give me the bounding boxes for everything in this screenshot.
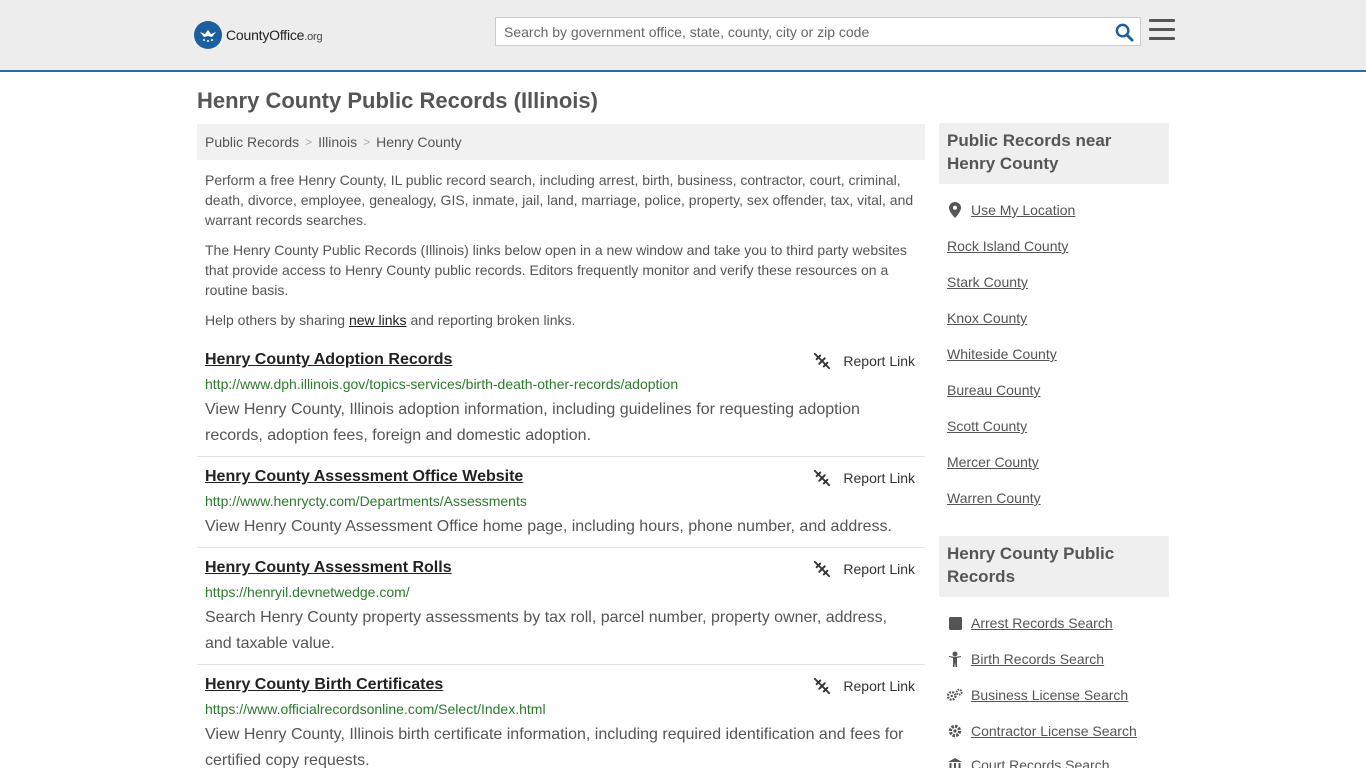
record-url: https://www.officialrecordsonline.com/Se… [205,701,546,717]
county-records-heading: Henry County Public Records [939,536,1169,597]
new-links-link[interactable]: new links [349,312,407,328]
search-input[interactable] [496,18,1106,45]
gear-icon [947,723,963,739]
intro-paragraph-2: The Henry County Public Records (Illinoi… [205,242,907,298]
arrest-records-link[interactable]: Arrest Records Search [947,615,1113,631]
record-description: View Henry County Assessment Office home… [205,518,892,535]
breadcrumb-public-records[interactable]: Public Records [205,134,299,150]
hamburger-menu-icon[interactable] [1149,19,1175,43]
search-icon [1115,23,1134,42]
cogs-icon [947,687,963,703]
record-title-link[interactable]: Henry County Adoption Records [205,351,452,369]
nearby-county-link[interactable]: Knox County [947,310,1027,326]
courthouse-icon [947,757,963,768]
record-item: Henry County Assessment Office Website R… [197,468,925,548]
report-link-button[interactable]: Report Link [813,352,915,370]
intro-paragraph-3: Help others by sharing new links and rep… [205,312,576,328]
record-url: http://www.henrycty.com/Departments/Asse… [205,493,527,509]
square-icon [947,615,963,631]
nearby-heading: Public Records near Henry County [939,123,1169,184]
nearby-county-link[interactable]: Warren County [947,490,1041,506]
breadcrumb: Public Records > Illinois > Henry County [197,124,925,160]
contractor-license-link[interactable]: Contractor License Search [947,723,1137,739]
record-title-link[interactable]: Henry County Assessment Rolls [205,559,452,577]
business-license-link[interactable]: Business License Search [947,687,1128,703]
record-description: Search Henry County property assessments… [205,609,888,652]
record-item: Henry County Birth Certificates Report L… [197,676,925,768]
record-description: View Henry County, Illinois adoption inf… [205,401,860,444]
breadcrumb-separator: > [305,135,313,149]
broken-link-icon [814,560,831,578]
map-pin-icon [947,202,963,218]
top-header: CountyOffice.org [0,0,1366,72]
logo-text: CountyOffice.org [226,27,323,43]
breadcrumb-separator: > [363,135,371,149]
use-my-location-link[interactable]: Use My Location [947,202,1075,218]
eagle-seal-icon [194,21,222,49]
birth-records-link[interactable]: Birth Records Search [947,651,1104,667]
nearby-county-link[interactable]: Rock Island County [947,238,1068,254]
broken-link-icon [814,677,831,695]
nearby-county-link[interactable]: Scott County [947,418,1027,434]
report-link-button[interactable]: Report Link [813,677,915,695]
record-title-link[interactable]: Henry County Birth Certificates [205,676,443,694]
record-item: Henry County Adoption Records Report Lin… [197,351,925,457]
intro-paragraph-1: Perform a free Henry County, IL public r… [205,172,914,228]
nearby-county-link[interactable]: Whiteside County [947,346,1057,362]
search-box [495,17,1141,46]
nearby-county-link[interactable]: Mercer County [947,454,1039,470]
record-title-link[interactable]: Henry County Assessment Office Website [205,468,523,486]
broken-link-icon [814,469,831,487]
baby-icon [947,651,963,667]
record-item: Henry County Assessment Rolls Report Lin… [197,559,925,665]
report-link-button[interactable]: Report Link [813,560,915,578]
breadcrumb-henry-county[interactable]: Henry County [376,134,462,150]
record-url: http://www.dph.illinois.gov/topics-servi… [205,376,679,392]
nearby-county-link[interactable]: Bureau County [947,382,1040,398]
broken-link-icon [814,352,831,370]
report-link-button[interactable]: Report Link [813,469,915,487]
court-records-link[interactable]: Court Records Search [947,757,1110,768]
nearby-county-link[interactable]: Stark County [947,274,1028,290]
search-button[interactable] [1112,21,1136,43]
record-url: https://henryil.devnetwedge.com/ [205,584,410,600]
site-logo[interactable]: CountyOffice.org [194,20,323,50]
page-title: Henry County Public Records (Illinois) [197,88,598,113]
record-description: View Henry County, Illinois birth certif… [205,726,904,768]
breadcrumb-illinois[interactable]: Illinois [318,134,357,150]
